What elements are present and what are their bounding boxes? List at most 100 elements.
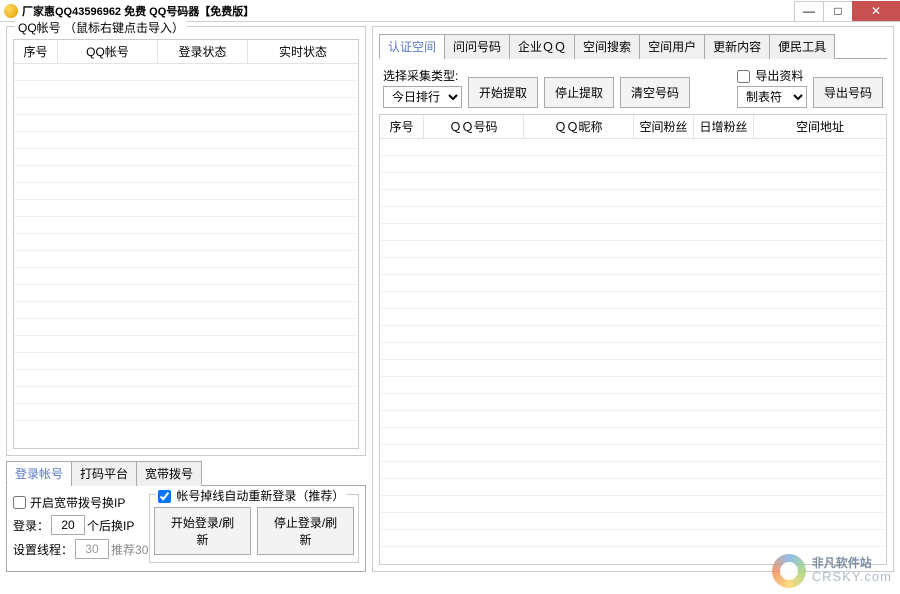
table-row [380, 513, 886, 530]
table-row [380, 292, 886, 309]
table-row [380, 394, 886, 411]
login-count-post: 个后换IP [87, 517, 134, 534]
tab-updates[interactable]: 更新内容 [704, 34, 770, 59]
table-row [380, 360, 886, 377]
app-icon [4, 4, 18, 18]
minimize-button[interactable]: — [794, 1, 824, 21]
tab-broadband[interactable]: 宽带拨号 [136, 461, 202, 486]
login-panel: 开启宽带拨号换IP 登录： 个后换IP 设置线程： 推荐30 [6, 486, 366, 572]
results-table[interactable]: 序号 ＱＱ号码 ＱＱ昵称 空间粉丝 日增粉丝 空间地址 [379, 114, 887, 565]
tab-captcha[interactable]: 打码平台 [71, 461, 137, 486]
col-qq: QQ帐号 [58, 40, 158, 63]
table-row [14, 285, 358, 302]
close-button[interactable]: ✕ [852, 1, 900, 21]
table-row [14, 268, 358, 285]
login-left-col: 开启宽带拨号换IP 登录： 个后换IP 设置线程： 推荐30 [13, 494, 141, 563]
tab-space-search[interactable]: 空间搜索 [574, 34, 640, 59]
table-row [380, 428, 886, 445]
maximize-button[interactable]: □ [823, 1, 853, 21]
table-row [380, 462, 886, 479]
table-row [14, 353, 358, 370]
login-settings-box: 登录帐号 打码平台 宽带拨号 开启宽带拨号换IP 登录： 个后换IP [6, 460, 366, 572]
accounts-legend: QQ帐号 （鼠标右键点击导入） [15, 19, 187, 36]
collect-type-label: 选择采集类型: [383, 67, 462, 84]
table-row [14, 319, 358, 336]
table-row [380, 241, 886, 258]
table-row [380, 224, 886, 241]
collect-type-select[interactable]: 今日排行 [383, 86, 462, 108]
left-pane: QQ帐号 （鼠标右键点击导入） 序号 QQ帐号 登录状态 实时状态 登录帐号 打… [6, 26, 366, 572]
auto-relogin-label: 帐号掉线自动重新登录（推荐） [176, 489, 344, 503]
table-row [380, 411, 886, 428]
rcol-qq: ＱＱ号码 [424, 115, 524, 138]
table-row [380, 258, 886, 275]
stop-login-button[interactable]: 停止登录/刷新 [257, 507, 354, 555]
start-login-button[interactable]: 开始登录/刷新 [154, 507, 251, 555]
tab-login-account[interactable]: 登录帐号 [6, 461, 72, 486]
results-thead: 序号 ＱＱ号码 ＱＱ昵称 空间粉丝 日增粉丝 空间地址 [380, 115, 886, 139]
login-tabs: 登录帐号 打码平台 宽带拨号 [6, 460, 366, 486]
thread-label: 设置线程： [13, 541, 73, 558]
main-content: QQ帐号 （鼠标右键点击导入） 序号 QQ帐号 登录状态 实时状态 登录帐号 打… [0, 22, 900, 576]
export-button[interactable]: 导出号码 [813, 77, 883, 108]
window-title: 厂家惠QQ43596962 免费 QQ号码器【免费版】 [22, 3, 254, 19]
export-checkbox[interactable] [737, 70, 750, 83]
clear-numbers-button[interactable]: 清空号码 [620, 77, 690, 108]
table-row [14, 98, 358, 115]
rcol-addr: 空间地址 [754, 115, 886, 138]
start-extract-button[interactable]: 开始提取 [468, 77, 538, 108]
accounts-thead: 序号 QQ帐号 登录状态 实时状态 [14, 40, 358, 64]
table-row [14, 200, 358, 217]
results-tbody [380, 139, 886, 549]
broadband-checkbox[interactable] [13, 496, 26, 509]
rcol-nick: ＱＱ昵称 [524, 115, 634, 138]
rcol-fans: 空间粉丝 [634, 115, 694, 138]
table-row [14, 81, 358, 98]
table-row [14, 64, 358, 81]
table-row [380, 156, 886, 173]
window-buttons: — □ ✕ [795, 1, 900, 21]
controls-row: 选择采集类型: 今日排行 开始提取 停止提取 清空号码 导出资料 制表符 导出号… [379, 67, 887, 108]
col-login: 登录状态 [158, 40, 248, 63]
tab-space-user[interactable]: 空间用户 [639, 34, 705, 59]
table-row [14, 132, 358, 149]
broadband-label: 开启宽带拨号换IP [30, 494, 125, 511]
accounts-table[interactable]: 序号 QQ帐号 登录状态 实时状态 [13, 39, 359, 449]
table-row [14, 251, 358, 268]
table-row [380, 326, 886, 343]
main-tabs: 认证空间 问问号码 企业ＱＱ 空间搜索 空间用户 更新内容 便民工具 [379, 33, 887, 59]
table-row [14, 234, 358, 251]
table-row [380, 275, 886, 292]
table-row [380, 309, 886, 326]
tab-wenwen[interactable]: 问问号码 [444, 34, 510, 59]
table-row [380, 190, 886, 207]
table-row [380, 173, 886, 190]
table-row [14, 404, 358, 421]
table-row [380, 496, 886, 513]
tab-tools[interactable]: 便民工具 [769, 34, 835, 59]
table-row [380, 445, 886, 462]
table-row [380, 479, 886, 496]
accounts-group: QQ帐号 （鼠标右键点击导入） 序号 QQ帐号 登录状态 实时状态 [6, 26, 366, 456]
table-row [14, 183, 358, 200]
tab-enterprise[interactable]: 企业ＱＱ [509, 34, 575, 59]
tab-verified-space[interactable]: 认证空间 [379, 34, 445, 59]
accounts-tbody [14, 64, 358, 426]
right-pane: 认证空间 问问号码 企业ＱＱ 空间搜索 空间用户 更新内容 便民工具 选择采集类… [372, 26, 894, 572]
table-row [380, 139, 886, 156]
table-row [380, 530, 886, 547]
auto-relogin-legend: 帐号掉线自动重新登录（推荐） [156, 487, 346, 504]
login-right-col: 帐号掉线自动重新登录（推荐） 开始登录/刷新 停止登录/刷新 [149, 494, 359, 563]
login-count-input[interactable] [51, 515, 85, 535]
table-row [14, 370, 358, 387]
stop-extract-button[interactable]: 停止提取 [544, 77, 614, 108]
col-realtime: 实时状态 [248, 40, 358, 63]
auto-relogin-checkbox[interactable] [158, 490, 171, 503]
col-seq: 序号 [14, 40, 58, 63]
thread-input [75, 539, 109, 559]
table-row [14, 302, 358, 319]
table-row [14, 387, 358, 404]
table-row [14, 217, 358, 234]
table-row [14, 166, 358, 183]
export-delimiter-select[interactable]: 制表符 [737, 86, 807, 108]
